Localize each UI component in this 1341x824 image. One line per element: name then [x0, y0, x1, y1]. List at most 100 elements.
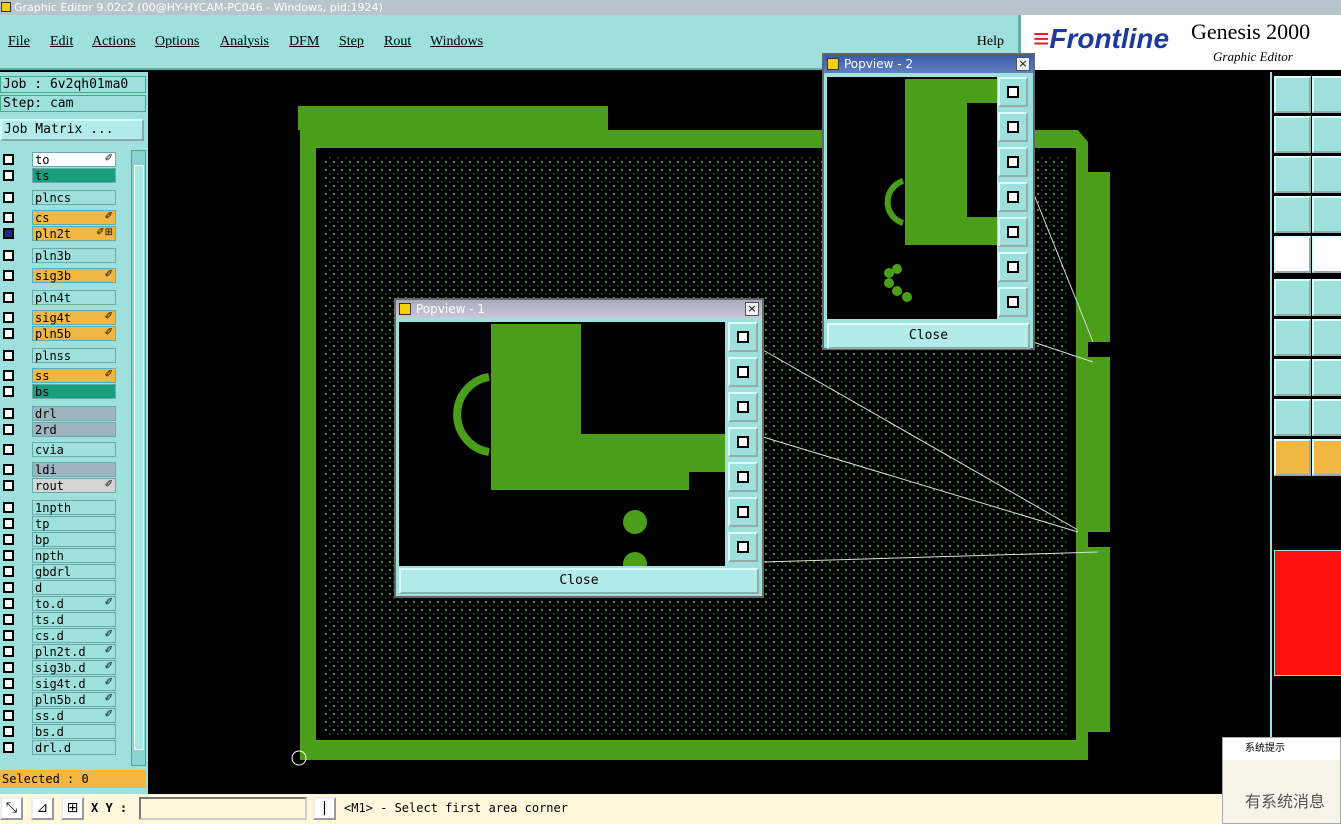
menu-dfm[interactable]: DFM [289, 34, 319, 50]
layer-name[interactable]: bs.d [32, 724, 116, 739]
layer-row[interactable]: cs ✐ [0, 210, 118, 225]
layer-checkbox[interactable] [3, 480, 14, 491]
layer-name[interactable]: sig4t.d ✐ [32, 676, 116, 691]
close-icon[interactable]: × [745, 302, 759, 316]
tool-button[interactable] [1274, 439, 1311, 476]
layer-checkbox[interactable] [3, 408, 14, 419]
layer-name[interactable]: gbdrl [32, 564, 116, 579]
menu-step[interactable]: Step [339, 34, 364, 50]
layer-row[interactable]: ts.d [0, 612, 118, 627]
layer-name[interactable]: ss.d ✐ [32, 708, 116, 723]
tool-button[interactable] [1274, 196, 1311, 233]
layer-name[interactable]: sig4t ✐ [32, 310, 116, 325]
layer-row[interactable]: sig3b ✐ [0, 268, 118, 283]
popview1-close-button[interactable]: Close [399, 568, 759, 594]
view-control-button[interactable] [998, 252, 1028, 282]
menu-options[interactable]: Options [155, 34, 199, 50]
layer-row[interactable]: to ✐ [0, 152, 118, 167]
layer-scrollbar[interactable] [131, 150, 146, 766]
view-control-button[interactable] [998, 217, 1028, 247]
view-control-button[interactable] [998, 147, 1028, 177]
layer-row[interactable]: cvia [0, 442, 118, 457]
layer-row[interactable]: pln2t ✐⊞ [0, 226, 118, 241]
layer-name[interactable]: 2rd [32, 422, 116, 437]
tool-button[interactable] [1312, 156, 1341, 193]
menu-help[interactable]: Help [977, 34, 1004, 50]
layer-row[interactable]: ts [0, 168, 118, 183]
layer-name[interactable]: pln3b [32, 248, 116, 263]
layer-name[interactable]: drl [32, 406, 116, 421]
tool-button[interactable] [1312, 76, 1341, 113]
layer-row[interactable]: pln5b ✐ [0, 326, 118, 341]
view-control-button[interactable] [728, 392, 758, 422]
view-control-button[interactable] [728, 462, 758, 492]
layer-row[interactable]: rout ✐ [0, 478, 118, 493]
layer-checkbox[interactable] [3, 464, 14, 475]
layer-name[interactable]: rout ✐ [32, 478, 116, 493]
layer-name[interactable]: cs ✐ [32, 210, 116, 225]
layer-name[interactable]: pln5b ✐ [32, 326, 116, 341]
snap-icon[interactable]: ⊿ [31, 797, 54, 820]
layer-name[interactable]: cvia [32, 442, 116, 457]
layer-row[interactable]: npth [0, 548, 118, 563]
layer-checkbox[interactable] [3, 212, 14, 223]
tool-button[interactable] [1312, 399, 1341, 436]
layer-name[interactable]: bp [32, 532, 116, 547]
view-control-button[interactable] [728, 427, 758, 457]
view-control-button[interactable] [998, 112, 1028, 142]
tool-button[interactable] [1274, 359, 1311, 396]
layer-name[interactable]: cs.d ✐ [32, 628, 116, 643]
layer-checkbox[interactable] [3, 192, 14, 203]
layer-row[interactable]: bp [0, 532, 118, 547]
layer-name[interactable]: bs [32, 384, 116, 399]
tool-button[interactable] [1274, 156, 1311, 193]
layer-row[interactable]: d [0, 580, 118, 595]
layer-checkbox[interactable] [3, 662, 14, 673]
resize-icon[interactable]: ⤡ [0, 797, 23, 820]
menu-actions[interactable]: Actions [92, 34, 136, 50]
layer-name[interactable]: tp [32, 516, 116, 531]
layer-name[interactable]: to.d ✐ [32, 596, 116, 611]
layer-name[interactable]: pln5b.d ✐ [32, 692, 116, 707]
layer-checkbox[interactable] [3, 726, 14, 737]
layer-row[interactable]: pln5b.d ✐ [0, 692, 118, 707]
menu-analysis[interactable]: Analysis [220, 34, 269, 50]
layer-checkbox[interactable] [3, 550, 14, 561]
layer-row[interactable]: cs.d ✐ [0, 628, 118, 643]
layer-row[interactable]: gbdrl [0, 564, 118, 579]
layer-checkbox[interactable] [3, 742, 14, 753]
layer-checkbox[interactable] [3, 444, 14, 455]
xy-input[interactable] [139, 797, 307, 820]
popview1-titlebar[interactable]: Popview - 1 × [396, 300, 762, 318]
layer-checkbox[interactable] [3, 614, 14, 625]
layer-row[interactable]: bs.d [0, 724, 118, 739]
view-control-button[interactable] [998, 287, 1028, 317]
layer-row[interactable]: ldi [0, 462, 118, 477]
tool-button[interactable] [1274, 76, 1311, 113]
layer-row[interactable]: sig4t ✐ [0, 310, 118, 325]
layer-checkbox[interactable] [3, 370, 14, 381]
layer-row[interactable]: sig3b.d ✐ [0, 660, 118, 675]
layer-name[interactable]: ldi [32, 462, 116, 477]
layer-name[interactable]: ts.d [32, 612, 116, 627]
layer-checkbox[interactable] [3, 534, 14, 545]
tool-button[interactable] [1312, 279, 1341, 316]
layer-name[interactable]: pln2t.d ✐ [32, 644, 116, 659]
layer-checkbox[interactable] [3, 170, 14, 181]
layer-checkbox[interactable] [3, 328, 14, 339]
job-matrix-button[interactable]: Job Matrix ... [0, 119, 144, 141]
tool-button[interactable] [1312, 359, 1341, 396]
layer-checkbox[interactable] [3, 502, 14, 513]
layer-checkbox[interactable] [3, 350, 14, 361]
layer-name[interactable]: ts [32, 168, 116, 183]
layer-row[interactable]: 2rd [0, 422, 118, 437]
layer-name[interactable]: sig3b.d ✐ [32, 660, 116, 675]
layer-row[interactable]: to.d ✐ [0, 596, 118, 611]
layer-row[interactable]: bs [0, 384, 118, 399]
tool-button[interactable] [1312, 116, 1341, 153]
layer-checkbox[interactable] [3, 710, 14, 721]
layer-checkbox[interactable] [3, 694, 14, 705]
layer-name[interactable]: ss ✐ [32, 368, 116, 383]
layer-name[interactable]: plnss [32, 348, 116, 363]
tool-button[interactable] [1274, 399, 1311, 436]
